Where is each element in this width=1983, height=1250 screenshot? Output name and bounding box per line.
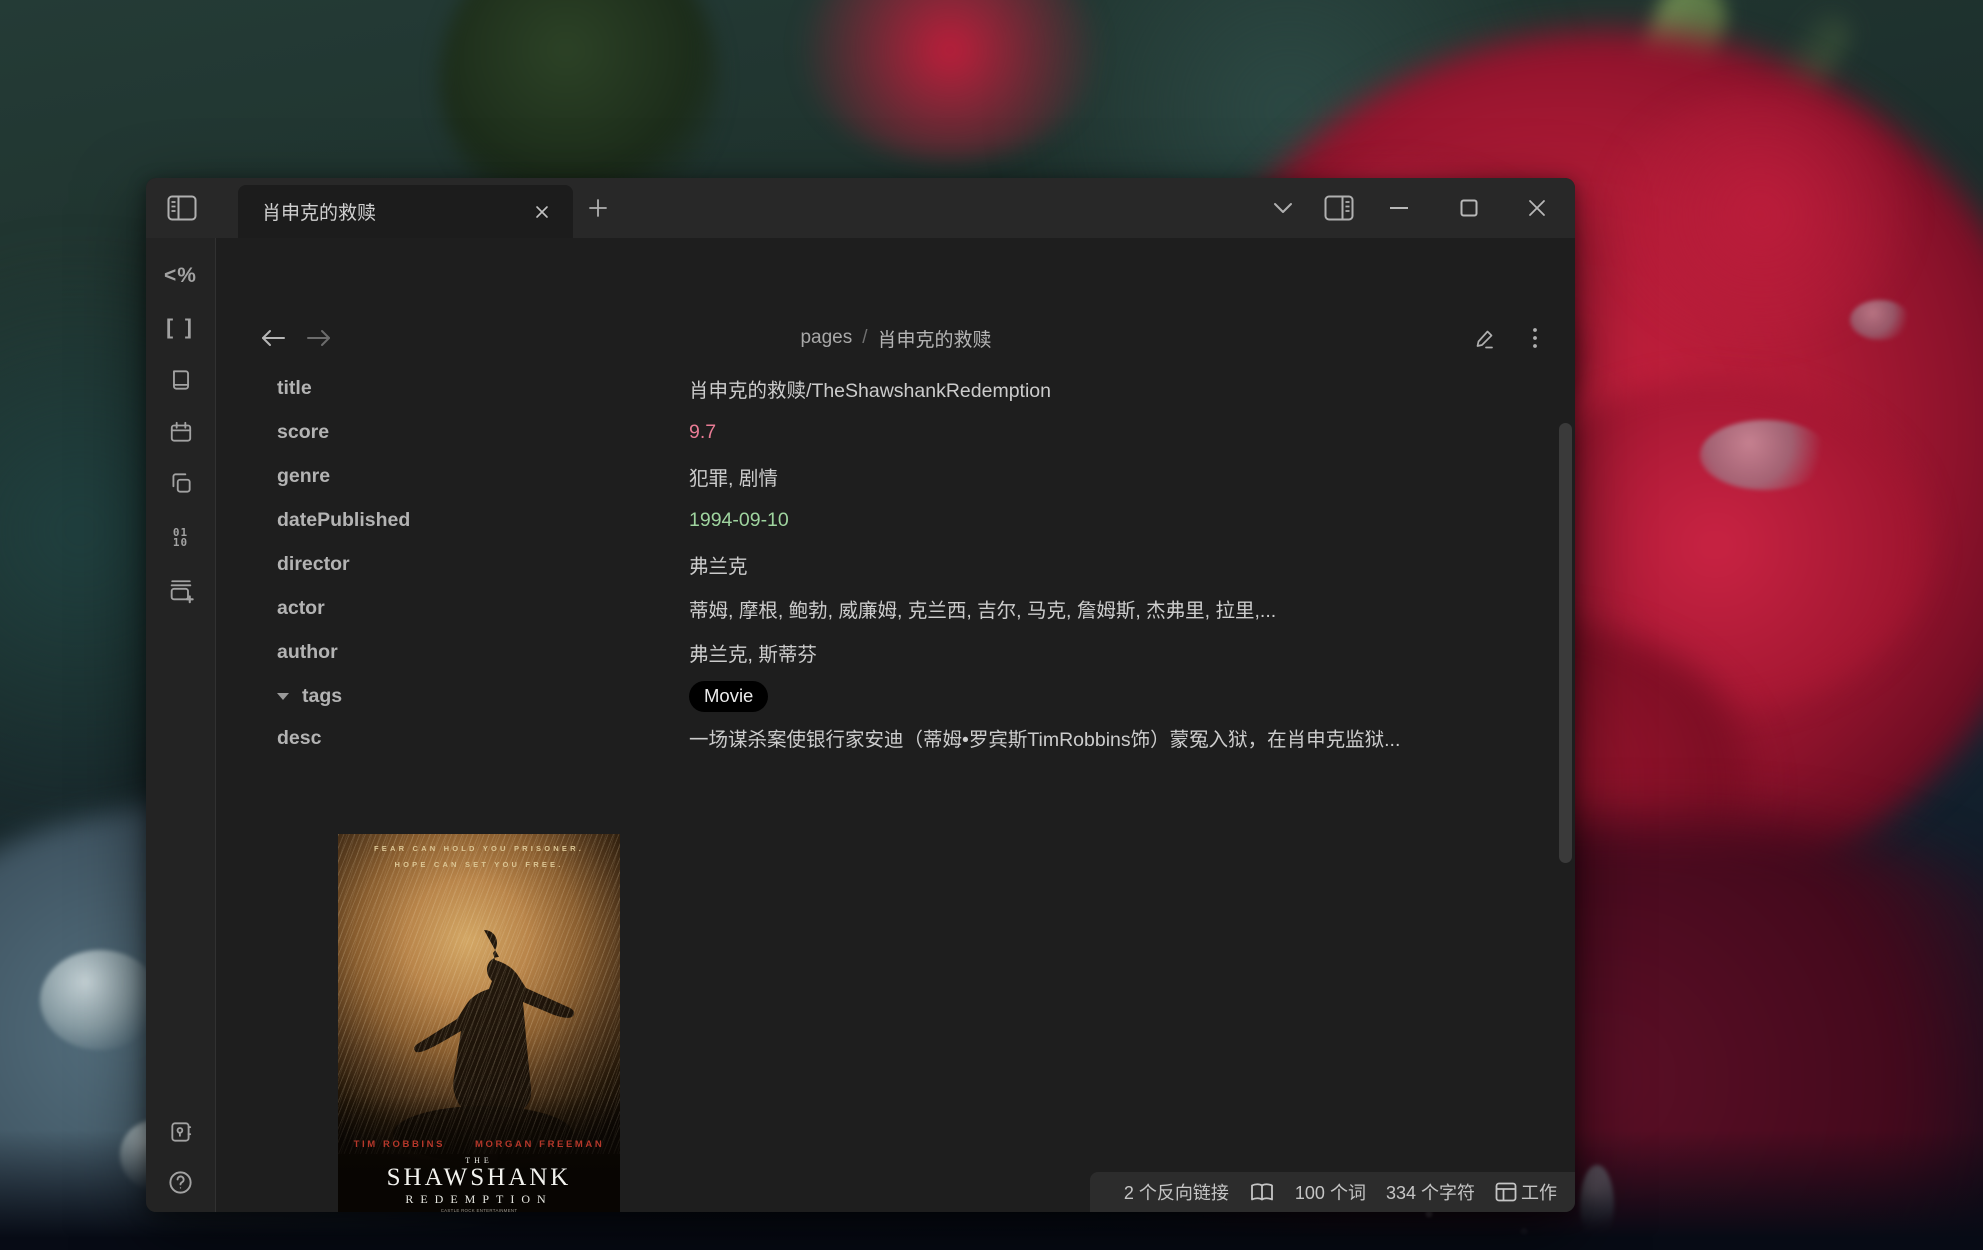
attr-row-datepublished[interactable]: datePublished 1994-09-10 — [277, 498, 1567, 542]
attribute-table: title 肖申克的救赎/TheShawshankRedemption scor… — [277, 366, 1567, 762]
attr-value-desc[interactable]: 一场谋杀案使银行家安迪（蒂姆•罗宾斯TimRobbins饰）蒙冤入狱，在肖申克监… — [689, 723, 1400, 758]
movie-poster-image[interactable]: FEAR CAN HOLD YOU PRISONER. HOPE CAN SET… — [338, 834, 620, 1212]
add-flashcard-icon[interactable] — [159, 570, 203, 610]
attr-row-score[interactable]: score 9.7 — [277, 410, 1567, 454]
tab-title: 肖申克的救赎 — [262, 198, 519, 225]
help-icon[interactable] — [159, 1162, 203, 1202]
poster-tagline: HOPE CAN SET YOU FREE. — [338, 860, 620, 869]
attr-key: author — [277, 641, 689, 664]
editor-area: pages / 肖申克的救赎 title 肖申克的救赎/TheShawshank… — [217, 238, 1575, 1212]
attr-value[interactable]: 肖申克的救赎/TheShawshankRedemption — [689, 374, 1051, 403]
status-bar: 2 个反向链接 100 个词 334 个字符 工作 — [1090, 1172, 1575, 1212]
edit-pencil-icon[interactable] — [1467, 320, 1503, 356]
breadcrumb-separator: / — [862, 327, 867, 349]
attr-key: actor — [277, 597, 689, 620]
workspace-switcher[interactable]: 工作 — [1495, 1179, 1557, 1205]
collapse-caret-icon[interactable] — [277, 693, 289, 700]
attr-row-actor[interactable]: actor 蒂姆, 摩根, 鲍勃, 威廉姆, 克兰西, 吉尔, 马克, 詹姆斯,… — [277, 586, 1567, 630]
poster-tagline: FEAR CAN HOLD YOU PRISONER. — [338, 844, 620, 853]
more-options-kebab-icon[interactable] — [1517, 320, 1553, 356]
char-count: 334 个字符 — [1386, 1179, 1475, 1205]
water-droplet — [1850, 300, 1910, 340]
brackets-glyph: [ ] — [166, 316, 195, 340]
attr-key: desc — [277, 723, 689, 750]
attr-key-tags: tags — [277, 685, 689, 708]
new-tab-button[interactable] — [580, 193, 616, 223]
attr-value-score[interactable]: 9.7 — [689, 421, 716, 444]
tag-pill-movie[interactable]: Movie — [689, 681, 768, 712]
attr-value[interactable]: 弗兰克, 斯蒂芬 — [689, 638, 817, 667]
app-window: 肖申克的救赎 — [146, 178, 1575, 1212]
template-icon[interactable]: <% — [159, 256, 203, 296]
attr-row-title[interactable]: title 肖申克的救赎/TheShawshankRedemption — [277, 366, 1567, 410]
duplicate-icon[interactable] — [159, 463, 203, 503]
toggle-right-panel-icon[interactable] — [1311, 178, 1367, 238]
tab-shawshank[interactable]: 肖申克的救赎 — [238, 185, 573, 238]
calendar-icon[interactable] — [159, 412, 203, 452]
maximize-button[interactable] — [1441, 178, 1497, 238]
attr-row-desc[interactable]: desc 一场谋杀案使银行家安迪（蒂姆•罗宾斯TimRobbins饰）蒙冤入狱，… — [277, 718, 1567, 762]
tab-close-icon[interactable] — [527, 197, 557, 227]
close-window-button[interactable] — [1509, 178, 1565, 238]
attr-value-tags: Movie — [689, 685, 768, 708]
chevron-down-icon[interactable] — [1255, 178, 1311, 238]
poster-title-main: SHAWSHANK — [338, 1164, 620, 1192]
attr-key: score — [277, 421, 689, 444]
open-book-icon[interactable] — [1249, 1181, 1275, 1203]
workspace-icon — [1495, 1182, 1517, 1202]
safe-icon[interactable] — [159, 1112, 203, 1152]
breadcrumb-current[interactable]: 肖申克的救赎 — [878, 325, 992, 352]
attr-value[interactable]: 蒂姆, 摩根, 鲍勃, 威廉姆, 克兰西, 吉尔, 马克, 詹姆斯, 杰弗里, … — [689, 594, 1276, 623]
breadcrumb: pages / 肖申克的救赎 — [217, 320, 1575, 356]
attr-row-genre[interactable]: genre 犯罪, 剧情 — [277, 454, 1567, 498]
template-glyph: <% — [164, 264, 197, 288]
workspace-name: 工作 — [1521, 1179, 1557, 1205]
attr-key: genre — [277, 465, 689, 488]
water-droplet — [40, 950, 160, 1050]
bookmark-brackets-icon[interactable]: [ ] — [159, 308, 203, 348]
poster-title-sub: REDEMPTION — [338, 1192, 620, 1207]
breadcrumb-parent[interactable]: pages — [800, 327, 852, 349]
poster-actor-names: TIM ROBBINS MORGAN FREEMAN — [338, 1139, 620, 1150]
titlebar: 肖申克的救赎 — [146, 178, 1575, 238]
attr-value[interactable]: 弗兰克 — [689, 550, 748, 579]
left-dock: <% [ ] 01 10 — [146, 238, 216, 1212]
attr-key: datePublished — [277, 509, 689, 532]
document-actions — [1467, 320, 1553, 356]
minimize-button[interactable] — [1371, 178, 1427, 238]
attr-row-director[interactable]: director 弗兰克 — [277, 542, 1567, 586]
binary-icon[interactable]: 01 10 — [159, 518, 203, 558]
attr-value-date[interactable]: 1994-09-10 — [689, 509, 789, 532]
notebook-icon[interactable] — [159, 360, 203, 400]
toggle-left-dock-button[interactable] — [160, 192, 204, 224]
attr-value[interactable]: 犯罪, 剧情 — [689, 462, 778, 491]
attr-row-tags[interactable]: tags Movie — [277, 674, 1567, 718]
attr-row-author[interactable]: author 弗兰克, 斯蒂芬 — [277, 630, 1567, 674]
attr-key: title — [277, 377, 689, 400]
word-count: 100 个词 — [1295, 1179, 1366, 1205]
attr-key: director — [277, 553, 689, 576]
backlinks-count[interactable]: 2 个反向链接 — [1124, 1179, 1229, 1205]
water-droplet — [1700, 420, 1830, 490]
binary-glyph: 01 10 — [173, 528, 188, 548]
poster-credits: CASTLE ROCK ENTERTAINMENT FRANK DARABONT… — [344, 1208, 614, 1212]
vertical-scrollbar-thumb[interactable] — [1559, 423, 1572, 863]
